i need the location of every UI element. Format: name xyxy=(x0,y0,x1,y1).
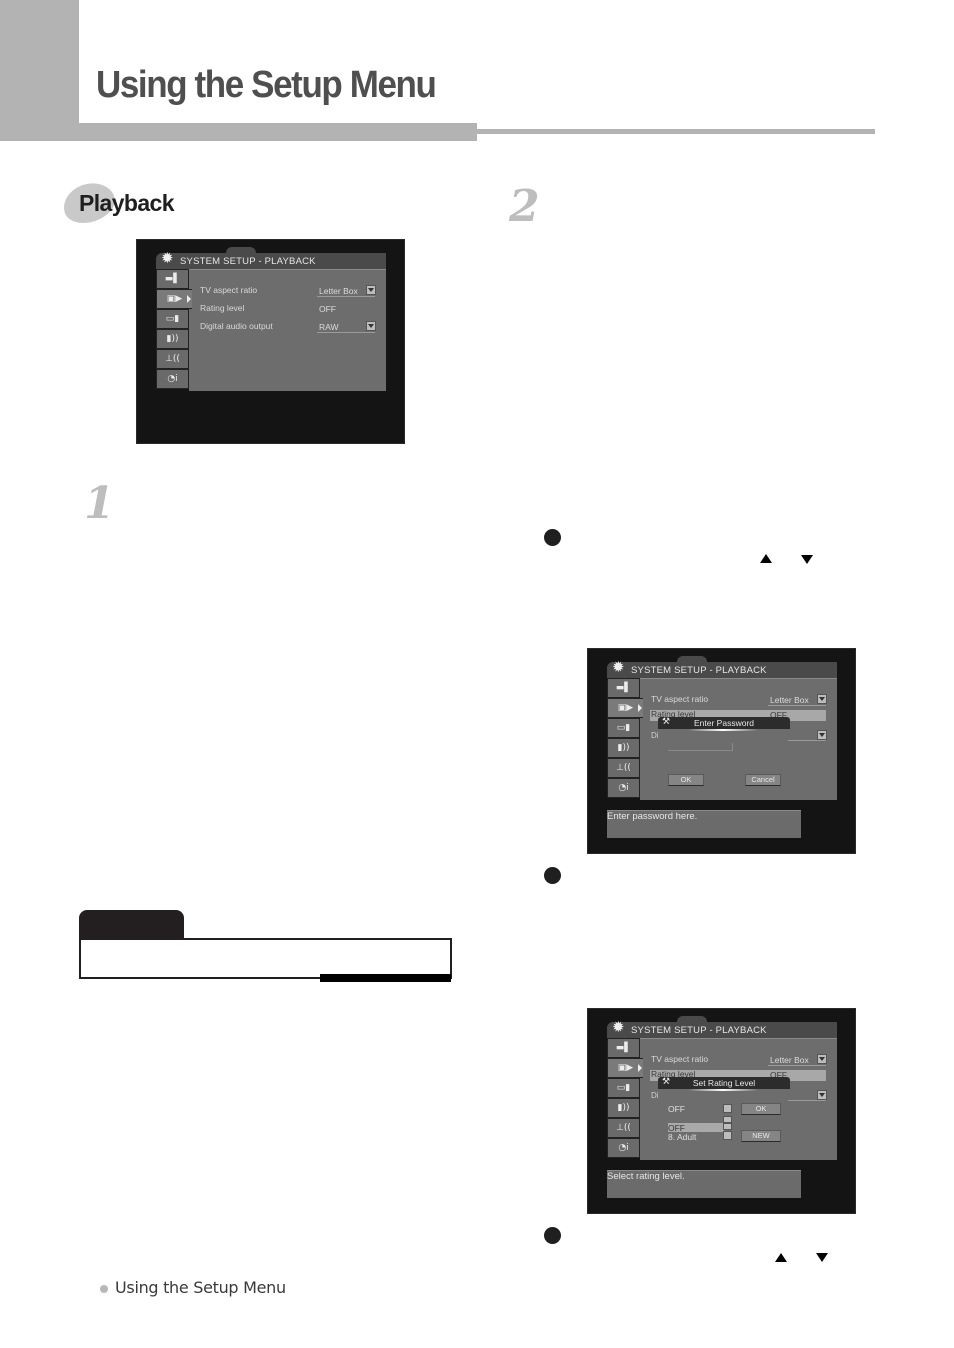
clock-info-icon[interactable]: ◔i xyxy=(607,1138,640,1158)
tv-screen-icon[interactable]: ▬▌ xyxy=(156,269,189,289)
gear-icon: ✹ xyxy=(612,658,625,676)
row-label-tv-aspect: TV aspect ratio xyxy=(200,285,258,295)
osd-screenshot-set-rating-level: ✹ SYSTEM SETUP - PLAYBACK ▬▌ ▣▶ ▭▮ ▮)) ⊥… xyxy=(587,1008,856,1214)
dropdown-arrow-icon[interactable] xyxy=(817,1090,827,1100)
osd-sidebar: ▬▌ ▣▶ ▭▮ ▮)) ⊥(( ◔i xyxy=(607,1038,643,1161)
note-tab xyxy=(79,910,184,940)
clock-info-icon[interactable]: ◔i xyxy=(607,778,640,798)
video-output-icon[interactable]: ▭▮ xyxy=(156,309,189,329)
bullet-icon xyxy=(544,529,561,546)
bullet-icon xyxy=(544,1227,561,1244)
row-label-digital-audio-truncated: Di xyxy=(651,731,659,740)
cancel-button[interactable]: Cancel xyxy=(745,774,781,786)
hint-text: Select rating level. xyxy=(607,1171,685,1182)
bullet-icon xyxy=(544,867,561,884)
dropdown-underline xyxy=(768,705,826,706)
header-rule xyxy=(477,129,875,134)
audio-speaker-icon[interactable]: ▮)) xyxy=(607,1098,640,1118)
password-input[interactable] xyxy=(668,743,733,751)
step-number-2: 2 xyxy=(509,181,540,232)
antenna-icon[interactable]: ⊥(( xyxy=(156,349,189,369)
row-label-digital-audio: Digital audio output xyxy=(200,321,273,331)
row-label-tv-aspect: TV aspect ratio xyxy=(651,694,709,704)
footer-section-label: Using the Setup Menu xyxy=(115,1278,286,1297)
dropdown-underline xyxy=(768,1065,826,1066)
osd-title: SYSTEM SETUP - PLAYBACK xyxy=(180,256,316,267)
step-number-1: 1 xyxy=(84,478,115,529)
dropdown-arrow-icon[interactable] xyxy=(817,1054,827,1064)
row-label-rating: Rating level xyxy=(200,303,245,313)
row-value-tv-aspect[interactable]: Letter Box xyxy=(770,695,809,705)
down-arrow-icon xyxy=(801,555,813,564)
page-title: Using the Setup Menu xyxy=(96,64,437,106)
playback-camera-icon[interactable]: ▣▶ xyxy=(607,698,643,718)
dropdown-arrow-icon[interactable] xyxy=(817,730,827,740)
dialog-title: Set Rating Level xyxy=(692,1078,756,1088)
down-arrow-icon xyxy=(816,1253,828,1262)
row-value-tv-aspect[interactable]: Letter Box xyxy=(319,286,358,296)
dropdown-underline xyxy=(788,1100,826,1101)
gear-icon: ✹ xyxy=(161,249,174,267)
clock-info-icon[interactable]: ◔i xyxy=(156,369,189,389)
gear-icon: ✹ xyxy=(612,1018,625,1036)
dropdown-underline xyxy=(788,740,826,741)
audio-speaker-icon[interactable]: ▮)) xyxy=(607,738,640,758)
footer-bullet-icon xyxy=(100,1285,108,1293)
video-output-icon[interactable]: ▭▮ xyxy=(607,1078,640,1098)
header-tab-block xyxy=(0,0,79,141)
dropdown-arrow-icon[interactable] xyxy=(366,285,376,295)
dropdown-arrow-icon[interactable] xyxy=(817,694,827,704)
playback-camera-icon[interactable]: ▣▶ xyxy=(156,289,192,309)
scroll-up-icon[interactable] xyxy=(723,1116,732,1123)
dropdown-arrow-icon[interactable] xyxy=(723,1104,732,1113)
note-box xyxy=(79,938,452,979)
up-arrow-icon xyxy=(760,554,772,563)
video-output-icon[interactable]: ▭▮ xyxy=(607,718,640,738)
scroll-up-icon[interactable] xyxy=(723,1123,732,1130)
row-value-digital-audio[interactable]: RAW xyxy=(319,322,339,332)
osd-title: SYSTEM SETUP - PLAYBACK xyxy=(631,665,767,676)
dialog-glow xyxy=(688,729,758,731)
tv-screen-icon[interactable]: ▬▌ xyxy=(607,1038,640,1058)
rating-select-current[interactable]: OFF xyxy=(668,1104,685,1114)
header-band xyxy=(0,123,477,141)
ok-button[interactable]: OK xyxy=(668,774,704,786)
ok-button[interactable]: OK xyxy=(741,1103,781,1115)
audio-speaker-icon[interactable]: ▮)) xyxy=(156,329,189,349)
up-arrow-icon xyxy=(775,1253,787,1262)
row-label-digital-audio-truncated: Di xyxy=(651,1091,659,1100)
osd-screenshot-playback: ✹ SYSTEM SETUP - PLAYBACK ▬▌ ▣▶ ▭▮ ▮)) ⊥… xyxy=(136,239,405,444)
tv-screen-icon[interactable]: ▬▌ xyxy=(607,678,640,698)
dropdown-underline xyxy=(317,332,375,333)
osd-sidebar: ▬▌ ▣▶ ▭▮ ▮)) ⊥(( ◔i xyxy=(607,678,643,801)
dropdown-arrow-icon[interactable] xyxy=(366,321,376,331)
dialog-title: Enter Password xyxy=(694,718,754,728)
rating-option[interactable]: 8. Adult xyxy=(668,1132,696,1142)
new-button[interactable]: NEW xyxy=(741,1130,781,1142)
row-label-tv-aspect: TV aspect ratio xyxy=(651,1054,709,1064)
note-accent-bar xyxy=(320,974,451,982)
osd-sidebar: ▬▌ ▣▶ ▭▮ ▮)) ⊥(( ◔i xyxy=(156,269,192,392)
scroll-down-icon[interactable] xyxy=(723,1131,732,1140)
osd-title: SYSTEM SETUP - PLAYBACK xyxy=(631,1025,767,1036)
antenna-icon[interactable]: ⊥(( xyxy=(607,1118,640,1138)
section-title: Playback xyxy=(79,190,175,216)
playback-camera-icon[interactable]: ▣▶ xyxy=(607,1058,643,1078)
dropdown-underline xyxy=(317,296,375,297)
hint-text: Enter password here. xyxy=(607,811,698,822)
row-value-rating[interactable]: OFF xyxy=(319,304,336,314)
osd-screenshot-enter-password: ✹ SYSTEM SETUP - PLAYBACK ▬▌ ▣▶ ▭▮ ▮)) ⊥… xyxy=(587,648,856,854)
row-value-tv-aspect[interactable]: Letter Box xyxy=(770,1055,809,1065)
dialog-glow xyxy=(688,1089,758,1091)
antenna-icon[interactable]: ⊥(( xyxy=(607,758,640,778)
